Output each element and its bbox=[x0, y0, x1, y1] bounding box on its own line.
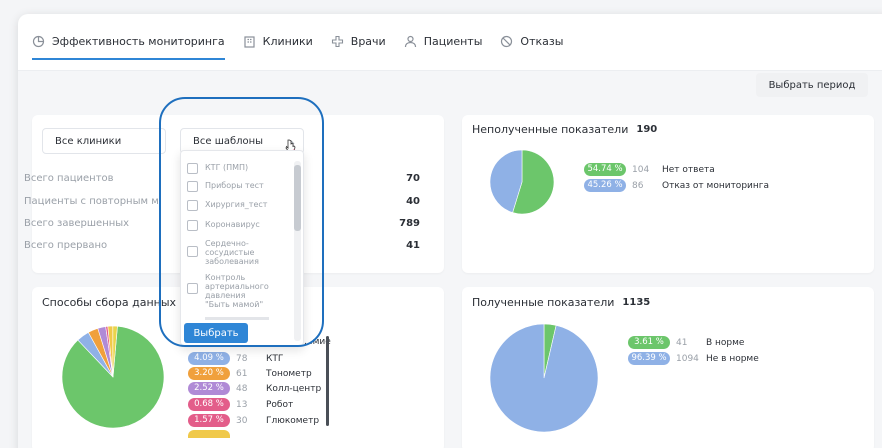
legend-scrollbar[interactable] bbox=[326, 336, 329, 426]
collection-legend-row: 0.68 % 13 Робот bbox=[188, 398, 293, 411]
legend-name: Глюкометр bbox=[266, 415, 320, 426]
stat-label: Всего пациентов bbox=[24, 173, 114, 184]
legend-pill: 4.09 % bbox=[188, 352, 230, 365]
missed-legend-row: 54.74 % 104 Нет ответа bbox=[584, 163, 715, 176]
legend-count: 78 bbox=[236, 353, 248, 364]
legend-name: Колл-центр bbox=[266, 383, 322, 394]
stat-value: 70 bbox=[406, 173, 420, 184]
legend-pill: 54.74 % bbox=[584, 163, 626, 176]
legend-count: 1094 bbox=[676, 353, 699, 364]
missed-legend-row: 45.26 % 86 Отказ от мониторинга bbox=[584, 179, 769, 192]
received-pie-chart bbox=[490, 324, 598, 432]
tab-label: Клиники bbox=[262, 34, 313, 48]
legend-name: В норме bbox=[706, 337, 745, 348]
collection-legend-row: 3.20 % 61 Тонометр bbox=[188, 367, 312, 380]
legend-count: 104 bbox=[632, 164, 650, 175]
legend-count: 86 bbox=[632, 180, 644, 191]
user-icon bbox=[404, 35, 417, 48]
highlight-outline bbox=[159, 97, 324, 347]
missed-pie-chart bbox=[490, 150, 554, 214]
stat-label: Всего прервано bbox=[24, 240, 108, 251]
legend-count: 61 bbox=[236, 368, 248, 379]
collection-title: Способы сбора данных bbox=[42, 296, 177, 309]
stat-label: Пациенты с повторным мониторингом bbox=[24, 196, 160, 207]
legend-count: 13 bbox=[236, 399, 248, 410]
legend-count: 48 bbox=[236, 383, 248, 394]
collection-pie-chart bbox=[62, 326, 164, 428]
collection-legend-row: 1.57 % 30 Глюкометр bbox=[188, 414, 319, 427]
tab-refusals[interactable]: Отказы bbox=[500, 28, 563, 60]
tab-label: Эффективность мониторинга bbox=[52, 34, 225, 48]
legend-pill: 1.57 % bbox=[188, 414, 230, 427]
stat-value: 789 bbox=[399, 218, 420, 229]
tab-label: Пациенты bbox=[423, 34, 483, 48]
stat-value: 41 bbox=[406, 240, 420, 251]
received-legend-row: 3.61 % 41 В норме bbox=[628, 336, 744, 349]
legend-pill: 2.52 % bbox=[188, 382, 230, 395]
received-count: 1135 bbox=[622, 297, 651, 308]
tab-patients[interactable]: Пациенты bbox=[404, 28, 483, 60]
legend-pill: 3.20 % bbox=[188, 367, 230, 380]
received-title: Полученные показатели bbox=[472, 296, 615, 309]
legend-name: Нет ответа bbox=[662, 164, 715, 175]
legend-name: Отказ от мониторинга bbox=[662, 180, 770, 191]
pie-slice-1 bbox=[490, 324, 598, 432]
collection-legend-row-cut bbox=[188, 430, 230, 438]
stat-value: 40 bbox=[406, 196, 420, 207]
missed-count: 190 bbox=[636, 124, 658, 135]
legend-count: 30 bbox=[236, 415, 248, 426]
missed-title-row: Неполученные показатели 190 bbox=[472, 123, 657, 136]
stat-label: Всего завершенных bbox=[24, 218, 130, 229]
legend-pill: 96.39 % bbox=[628, 352, 670, 365]
collection-legend-row: 2.52 % 48 Колл-центр bbox=[188, 382, 321, 395]
ban-icon bbox=[500, 35, 513, 48]
received-title-row: Полученные показатели 1135 bbox=[472, 296, 650, 309]
medical-cross-icon bbox=[331, 35, 344, 48]
clinics-select[interactable]: Все клиники bbox=[42, 128, 166, 154]
tab-doctors[interactable]: Врачи bbox=[331, 28, 386, 60]
tab-monitoring-efficiency[interactable]: Эффективность мониторинга bbox=[32, 28, 225, 60]
chart-icon bbox=[32, 35, 45, 48]
legend-pill: 3.61 % bbox=[628, 336, 670, 349]
received-legend-row: 96.39 % 1094 Не в норме bbox=[628, 352, 759, 365]
legend-name: Не в норме bbox=[706, 353, 759, 364]
tab-label: Врачи bbox=[350, 34, 386, 48]
clinics-select-value: Все клиники bbox=[55, 135, 122, 147]
legend-pill: 0.68 % bbox=[188, 398, 230, 411]
missed-title: Неполученные показатели bbox=[472, 123, 629, 136]
tab-clinics[interactable]: Клиники bbox=[243, 28, 313, 60]
building-icon bbox=[243, 35, 256, 48]
tab-label: Отказы bbox=[520, 34, 564, 48]
legend-name: Тонометр bbox=[266, 368, 312, 379]
select-period-button[interactable]: Выбрать период bbox=[756, 73, 868, 97]
legend-name: КТГ bbox=[266, 353, 284, 364]
legend-pill: 45.26 % bbox=[584, 179, 626, 192]
collection-legend-row: 4.09 % 78 КТГ bbox=[188, 352, 283, 365]
legend-name: Робот bbox=[266, 399, 294, 410]
main-tabs: Эффективность мониторинга Клиники Врачи … bbox=[32, 28, 581, 60]
legend-count: 41 bbox=[676, 337, 688, 348]
